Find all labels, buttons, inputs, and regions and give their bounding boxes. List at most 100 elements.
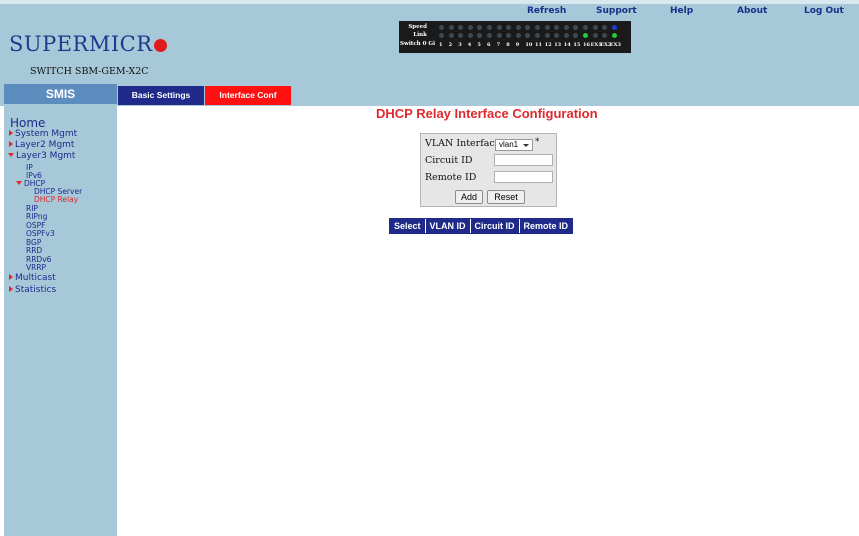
link-led — [611, 33, 617, 38]
port-number-label: 4 — [467, 42, 472, 48]
sidebar-item-system-mgmt[interactable]: System Mgmt — [9, 129, 77, 139]
caret-down-icon — [16, 181, 22, 185]
sidebar-item-dhcp-relay[interactable]: DHCP Relay — [34, 195, 78, 204]
support-link[interactable]: Support — [596, 6, 637, 16]
help-link[interactable]: Help — [670, 6, 693, 16]
caret-down-icon — [8, 153, 14, 157]
supermicro-logo: SUPERMICR — [9, 32, 167, 56]
speed-led — [515, 25, 521, 30]
sidebar-item-layer3-mgmt[interactable]: Layer3 Mgmt — [8, 151, 75, 161]
about-link[interactable]: About — [737, 6, 767, 16]
col-circuit-id: Circuit ID — [471, 219, 520, 233]
speed-led — [592, 25, 598, 30]
port-status-panel: Speed Link Switch 0 Gi 1 2 3 4 5 6 7 8 9 10 11 12 13… — [399, 21, 631, 53]
speed-led — [458, 25, 464, 30]
switch-label: Switch 0 Gi — [400, 41, 436, 47]
port-number-label: 2 — [448, 42, 453, 48]
speed-led — [525, 25, 531, 30]
top-strip — [0, 0, 859, 4]
port-number-label: 14 — [563, 42, 571, 48]
required-marker: * — [535, 137, 540, 147]
tab-basic-settings[interactable]: Basic Settings — [118, 86, 204, 105]
port-number-label: 13 — [554, 42, 562, 48]
speed-led — [439, 25, 444, 30]
link-led — [573, 33, 579, 38]
sidebar-item-label: System Mgmt — [15, 129, 78, 139]
port-number-label: 6 — [487, 42, 491, 48]
logout-link[interactable]: Log Out — [804, 6, 844, 16]
port-number-label: 5 — [477, 42, 481, 48]
sidebar-item-ospfv3[interactable]: OSPFv3 — [26, 229, 55, 238]
speed-led — [467, 25, 473, 30]
port-number-label: 16 — [583, 42, 590, 48]
link-led — [496, 33, 502, 38]
link-led — [477, 33, 483, 38]
link-led — [458, 33, 464, 38]
caret-right-icon — [9, 274, 13, 280]
speed-led — [611, 25, 617, 30]
port-number-label: 3 — [458, 42, 462, 48]
col-vlan-id: VLAN ID — [426, 219, 471, 233]
tab-interface-conf[interactable]: Interface Conf — [205, 86, 291, 105]
link-led — [525, 33, 531, 38]
sidebar-item-vrrp[interactable]: VRRP — [26, 263, 46, 272]
sidebar-item-label: Multicast — [15, 273, 56, 283]
sidebar-item-home[interactable]: Home — [10, 116, 45, 130]
smis-label: SMIS — [4, 84, 117, 104]
sidebar: Home System Mgmt Layer2 Mgmt Layer3 Mgmt… — [4, 106, 117, 536]
vlan-interface-select[interactable]: vlan1 — [495, 139, 533, 151]
link-led — [467, 33, 473, 38]
sidebar-item-multicast[interactable]: Multicast — [9, 273, 56, 283]
link-led — [515, 33, 521, 38]
sidebar-item-label: Layer2 Mgmt — [15, 140, 75, 150]
link-led — [592, 33, 598, 38]
speed-led — [544, 25, 550, 30]
sidebar-item-statistics[interactable]: Statistics — [9, 285, 56, 295]
remote-id-label: Remote ID — [425, 172, 477, 183]
port-number-label: 8 — [506, 42, 510, 48]
caret-right-icon — [9, 130, 13, 136]
link-led — [448, 33, 454, 38]
chevron-down-icon — [523, 144, 529, 147]
port-number-label: EX3 — [609, 42, 621, 48]
vlan-interface-label: VLAN Interface — [425, 138, 501, 149]
speed-label: Speed — [408, 24, 427, 30]
port-number-label: 1 — [439, 42, 443, 48]
circuit-id-label: Circuit ID — [425, 155, 473, 166]
switch-model: SWITCH SBM-GEM-X2C — [30, 66, 149, 77]
sidebar-item-rrd[interactable]: RRD — [26, 246, 42, 255]
sidebar-item-layer2-mgmt[interactable]: Layer2 Mgmt — [9, 140, 74, 150]
link-led — [487, 33, 492, 38]
port-number-label: 15 — [573, 42, 581, 48]
link-led — [563, 33, 569, 38]
add-button[interactable]: Add — [455, 190, 483, 204]
sidebar-item-ripng[interactable]: RIPng — [26, 212, 47, 221]
page-title: DHCP Relay Interface Configuration — [376, 106, 598, 121]
speed-led — [554, 25, 560, 30]
speed-led — [448, 25, 454, 30]
link-led — [535, 33, 540, 38]
port-number-label: 10 — [525, 42, 533, 48]
circuit-id-input[interactable] — [494, 154, 553, 166]
relay-table-header: Select VLAN ID Circuit ID Remote ID — [389, 218, 574, 234]
speed-led — [573, 25, 579, 30]
caret-right-icon — [9, 141, 13, 147]
link-led — [506, 33, 512, 38]
link-led — [583, 33, 588, 38]
speed-led — [602, 25, 608, 30]
speed-led — [506, 25, 512, 30]
relay-config-form: VLAN Interface vlan1 * Circuit ID Remote… — [420, 133, 557, 207]
reset-button[interactable]: Reset — [487, 190, 525, 204]
link-led — [554, 33, 560, 38]
sidebar-item-label: Layer3 Mgmt — [16, 151, 76, 161]
remote-id-input[interactable] — [494, 171, 553, 183]
port-number-label: 9 — [515, 42, 520, 48]
refresh-link[interactable]: Refresh — [527, 6, 566, 16]
link-led — [602, 33, 608, 38]
speed-led — [477, 25, 483, 30]
port-number-label: 11 — [535, 42, 542, 48]
link-led — [439, 33, 444, 38]
speed-led — [487, 25, 492, 30]
speed-led — [563, 25, 569, 30]
sidebar-item-label: Statistics — [15, 285, 57, 295]
